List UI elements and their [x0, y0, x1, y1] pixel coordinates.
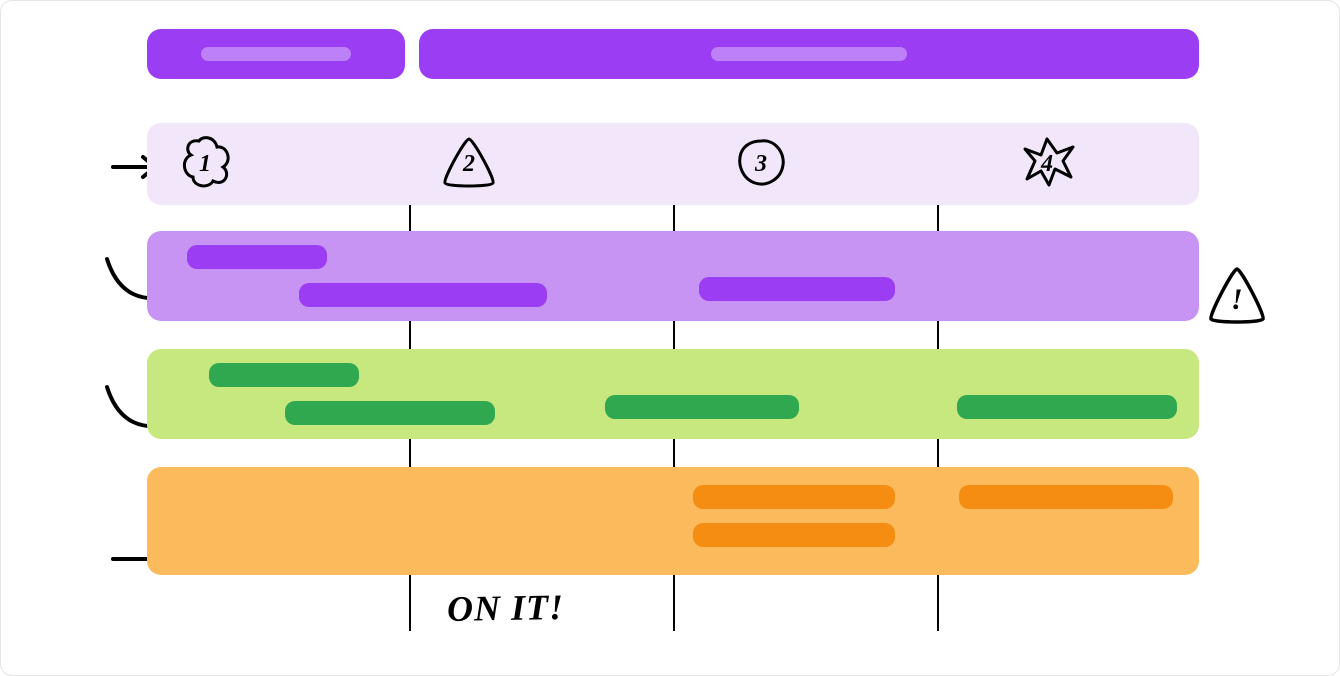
row-orange — [147, 467, 1199, 575]
row-green-item-3 — [605, 395, 799, 419]
column-1-label: 1 — [199, 151, 211, 178]
warning-icon: ! — [1205, 263, 1269, 329]
diagram-board: 1 2 3 4 — [147, 29, 1199, 649]
row-orange-item-3 — [959, 485, 1173, 509]
column-2-label: 2 — [463, 151, 475, 178]
header-pill-right — [419, 29, 1199, 79]
header-left-placeholder — [201, 47, 351, 61]
header-pill-left — [147, 29, 405, 79]
header-right-placeholder — [711, 47, 907, 61]
row-green-item-1 — [209, 363, 359, 387]
row-orange-item-1 — [693, 485, 895, 509]
row-orange-item-2 — [693, 523, 895, 547]
columns-header-row: 1 2 3 4 — [147, 123, 1199, 205]
row-green-item-2 — [285, 401, 495, 425]
annotation-on-it: ON IT! — [447, 586, 565, 630]
row-green-item-4 — [957, 395, 1177, 419]
column-4-label: 4 — [1041, 151, 1053, 178]
row-purple-item-2 — [299, 283, 547, 307]
row-purple — [147, 231, 1199, 321]
column-3-label: 3 — [755, 151, 767, 178]
row-purple-item-3 — [699, 277, 895, 301]
row-purple-item-1 — [187, 245, 327, 269]
warning-text: ! — [1231, 283, 1243, 317]
row-green — [147, 349, 1199, 439]
